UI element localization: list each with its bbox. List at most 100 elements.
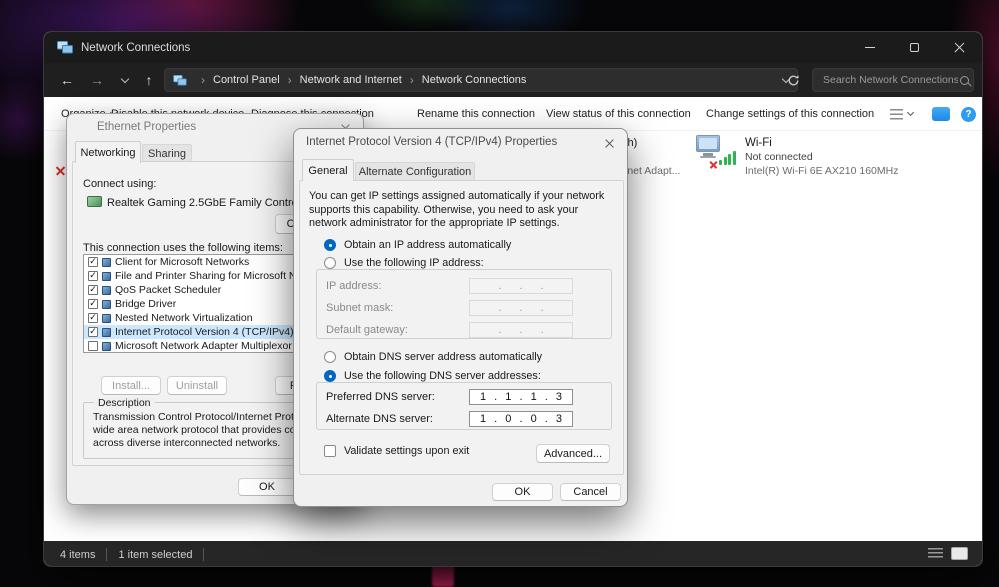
address-bar[interactable]: › Control Panel › Network and Internet ›… — [164, 68, 798, 92]
minimize-icon — [865, 47, 875, 48]
maximize-button[interactable] — [892, 32, 937, 63]
item-label: Client for Microsoft Networks — [115, 256, 249, 268]
chevron-down-icon — [121, 74, 129, 82]
recent-locations-button[interactable] — [114, 69, 136, 91]
check-mark: ✓ — [89, 313, 97, 322]
preferred-dns-field[interactable]: 1 . 1 . 1 . 3 — [469, 389, 573, 405]
view-options-button[interactable] — [890, 97, 913, 131]
component-icon — [102, 286, 111, 295]
connect-using-label: Connect using: — [83, 178, 156, 190]
checkbox[interactable]: ✓ — [88, 327, 98, 337]
breadcrumb-network-connections[interactable]: Network Connections — [422, 74, 527, 86]
disconnected-x-icon — [710, 155, 718, 173]
preview-pane-icon — [932, 107, 950, 121]
radio-obtain-ip[interactable]: Obtain an IP address automatically — [324, 239, 511, 251]
cancel-label: Cancel — [573, 486, 607, 498]
breadcrumb-control-panel[interactable]: Control Panel — [213, 74, 280, 86]
component-icon — [102, 300, 111, 309]
radio-label[interactable]: Use the following IP address: — [344, 257, 484, 269]
ok-label: OK — [515, 486, 531, 498]
check-mark: ✓ — [89, 299, 97, 308]
close-button[interactable] — [937, 32, 982, 63]
refresh-button[interactable] — [782, 69, 804, 91]
alternate-dns-field[interactable]: 1 . 0 . 0 . 3 — [469, 411, 573, 427]
radio-button[interactable] — [324, 257, 336, 269]
checkbox[interactable]: ✓ — [88, 257, 98, 267]
checkbox[interactable]: ✓ — [88, 271, 98, 281]
radio-button-selected[interactable] — [324, 239, 336, 251]
wifi-status: Not connected — [745, 150, 898, 164]
cancel-button[interactable]: Cancel — [560, 483, 621, 501]
tab-alternate-configuration[interactable]: Alternate Configuration — [355, 162, 475, 181]
status-divider — [203, 548, 204, 561]
tab-label: Sharing — [148, 148, 186, 160]
checkbox[interactable]: ✓ — [88, 285, 98, 295]
details-view-toggle[interactable] — [928, 548, 943, 560]
wifi-device: Intel(R) Wi-Fi 6E AX210 160MHz — [745, 164, 898, 178]
tab-general[interactable]: General — [302, 159, 354, 181]
item-label: Internet Protocol Version 4 (TCP/IPv4) — [115, 326, 294, 338]
radio-obtain-dns[interactable]: Obtain DNS server address automatically — [324, 351, 542, 363]
radio-use-ip[interactable]: Use the following IP address: — [324, 257, 484, 269]
refresh-icon — [787, 74, 800, 87]
back-button[interactable]: ← — [56, 69, 78, 91]
uninstall-button: Uninstall — [167, 376, 227, 395]
radio-button[interactable] — [324, 351, 336, 363]
checkbox[interactable] — [88, 341, 98, 351]
description-line: across diverse interconnected networks. — [93, 437, 280, 449]
item-label: QoS Packet Scheduler — [115, 284, 221, 296]
maximize-icon — [910, 43, 919, 52]
breadcrumb-separator: › — [280, 73, 300, 87]
install-button: Install... — [101, 376, 161, 395]
radio-label[interactable]: Obtain an IP address automatically — [344, 239, 511, 251]
default-gateway-label: Default gateway: — [326, 324, 408, 336]
dns-server-group: Preferred DNS server: 1 . 1 . 1 . 3 Alte… — [316, 382, 612, 430]
help-button[interactable]: ? — [961, 97, 976, 131]
icons-view-toggle[interactable] — [951, 547, 968, 560]
item-label: Bridge Driver — [115, 298, 176, 310]
search-input[interactable] — [821, 73, 960, 87]
radio-use-dns[interactable]: Use the following DNS server addresses: — [324, 370, 541, 382]
tab-networking[interactable]: Networking — [75, 141, 141, 163]
checkbox-label[interactable]: Validate settings upon exit — [344, 445, 469, 457]
adapter-name: Realtek Gaming 2.5GbE Family Controller — [107, 197, 312, 209]
component-icon — [102, 258, 111, 267]
help-icon: ? — [961, 107, 976, 122]
default-gateway-field: . . . — [469, 322, 573, 338]
tab-label: General — [308, 165, 347, 177]
view-status-command[interactable]: View status of this connection — [546, 97, 691, 131]
forward-button[interactable]: → — [86, 69, 108, 91]
radio-label[interactable]: Obtain DNS server address automatically — [344, 351, 542, 363]
component-icon — [102, 272, 111, 281]
preview-pane-button[interactable] — [932, 97, 950, 131]
checkbox[interactable] — [324, 445, 336, 457]
breadcrumb-separator: › — [193, 73, 213, 87]
window-controls — [847, 32, 982, 63]
check-mark: ✓ — [89, 327, 97, 336]
help-glyph: ? — [965, 109, 971, 120]
component-icon — [102, 342, 111, 351]
alternate-dns-label: Alternate DNS server: — [326, 413, 433, 425]
ok-button[interactable]: OK — [238, 478, 296, 496]
search-box[interactable] — [812, 68, 974, 92]
ok-button[interactable]: OK — [492, 483, 553, 501]
install-label: Install... — [112, 380, 150, 392]
checkbox[interactable]: ✓ — [88, 299, 98, 309]
minimize-button[interactable] — [847, 32, 892, 63]
breadcrumb-network-and-internet[interactable]: Network and Internet — [300, 74, 402, 86]
close-button[interactable] — [599, 134, 619, 152]
chevron-down-icon — [907, 109, 914, 116]
tab-label: Networking — [80, 147, 135, 159]
change-settings-command[interactable]: Change settings of this connection — [706, 97, 874, 131]
description-caption: Description — [94, 397, 155, 409]
up-button[interactable]: ↑ — [138, 69, 160, 91]
radio-label[interactable]: Use the following DNS server addresses: — [344, 370, 541, 382]
checkbox[interactable]: ✓ — [88, 313, 98, 323]
radio-button-selected[interactable] — [324, 370, 336, 382]
wifi-adapter-text: Wi-Fi Not connected Intel(R) Wi-Fi 6E AX… — [745, 134, 898, 178]
advanced-button[interactable]: Advanced... — [536, 444, 610, 463]
address-location-icon — [173, 75, 187, 86]
wifi-adapter-item[interactable]: Wi-Fi Not connected Intel(R) Wi-Fi 6E AX… — [696, 134, 898, 178]
rename-command[interactable]: Rename this connection — [417, 97, 535, 131]
validate-settings-checkbox-row[interactable]: Validate settings upon exit — [324, 445, 469, 457]
